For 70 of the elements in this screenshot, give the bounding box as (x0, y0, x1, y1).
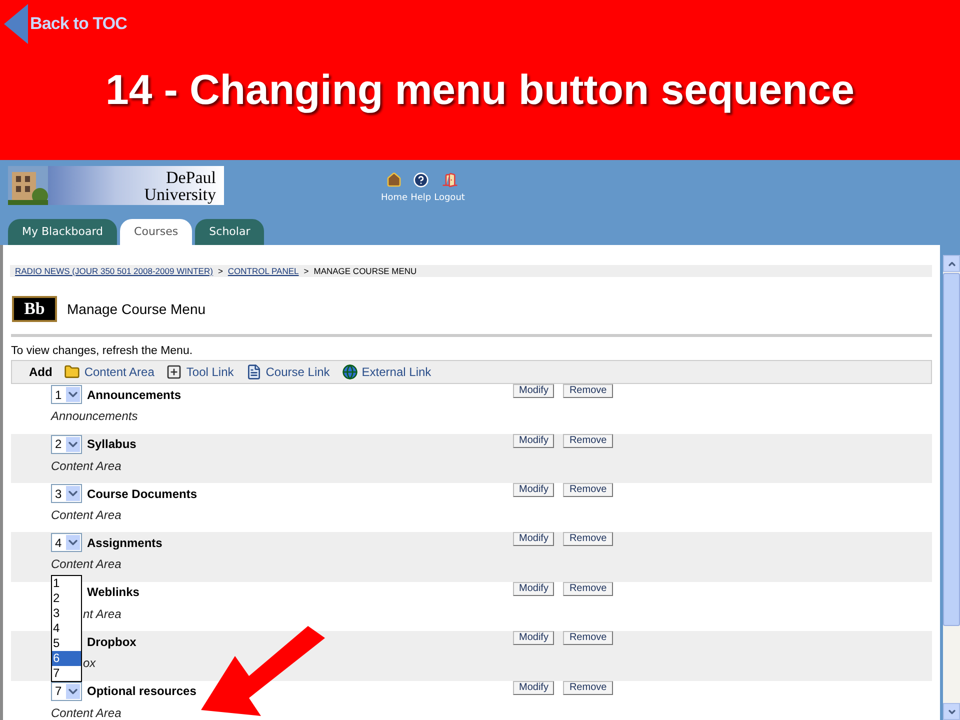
menu-item-type: ox (83, 656, 96, 670)
position-select[interactable]: 4 (51, 533, 82, 552)
add-link[interactable]: External Link (342, 363, 432, 382)
logo-text: University (144, 186, 216, 202)
nav-tab[interactable]: My Blackboard (8, 219, 118, 245)
add-link[interactable]: Content Area (64, 363, 154, 382)
row-action-button[interactable]: Modify (513, 680, 554, 695)
row-action-button[interactable]: Remove (563, 532, 613, 546)
menu-item-type: Content Area (51, 508, 122, 522)
back-arrow-icon (4, 4, 28, 44)
row-action-button[interactable]: Modify (513, 384, 554, 398)
breadcrumb-separator: > (218, 264, 223, 278)
dropdown-option[interactable]: 5 (52, 636, 81, 651)
add-link[interactable]: Tool Link (166, 363, 234, 382)
menu-item-title: Dropbox (87, 634, 136, 651)
document-icon (246, 364, 262, 380)
dropdown-option[interactable]: 2 (52, 590, 81, 606)
row-action-button[interactable]: Modify (513, 582, 554, 596)
row-action-button[interactable]: Modify (513, 483, 554, 498)
dropdown-option[interactable]: 1 (52, 576, 81, 591)
row-action-button[interactable]: Remove (563, 384, 613, 398)
menu-item-title: Announcements (87, 386, 182, 404)
door-icon (442, 172, 458, 188)
row-action-button[interactable]: Modify (513, 532, 554, 546)
position-select[interactable]: 1 (51, 385, 82, 404)
dropdown-option[interactable]: 7 (52, 666, 81, 681)
menu-item-type: Content Area (51, 458, 122, 473)
menu-item-type: nt Area (83, 606, 122, 621)
globe-icon (342, 364, 358, 380)
logo-text: DePaul (166, 168, 216, 186)
row-action-button[interactable]: Modify (513, 434, 554, 448)
menu-item-title: Assignments (87, 534, 162, 552)
scroll-up-button[interactable] (943, 255, 960, 272)
scroll-thumb[interactable] (943, 273, 960, 626)
dropdown-option[interactable]: 4 (52, 620, 81, 636)
position-select[interactable]: 2 (51, 434, 82, 454)
page-title: Manage Course Menu (67, 300, 206, 319)
breadcrumb-current: MANAGE COURSE MENU (314, 264, 417, 278)
add-link[interactable]: Course Link (246, 363, 330, 382)
scrollbar[interactable] (943, 255, 960, 720)
menu-item-type: Content Area (51, 706, 122, 720)
row-action-button[interactable]: Modify (513, 631, 554, 646)
row-action-button[interactable]: Remove (563, 631, 613, 646)
position-select[interactable]: 7 (51, 682, 82, 701)
menu-item-title: Syllabus (87, 436, 136, 454)
menu-item-title: Optional resources (87, 683, 196, 700)
breadcrumb-link[interactable]: RADIO NEWS (JOUR 350 501 2008-2009 WINTER) (15, 264, 213, 278)
nav-tab[interactable]: Scholar (195, 219, 264, 245)
scroll-down-button[interactable] (943, 703, 960, 720)
menu-item-title: Course Documents (87, 486, 198, 503)
menu-item-type: Content Area (51, 557, 122, 572)
slide-title: 14 - Changing menu button sequence (105, 65, 855, 115)
blackboard-logo: Bb (12, 296, 57, 322)
add-label: Add (29, 364, 52, 382)
row-action-button[interactable]: Remove (563, 680, 613, 695)
row-action-button[interactable]: Remove (563, 582, 613, 596)
refresh-note: To view changes, refresh the Menu. (11, 344, 194, 359)
nav-tab[interactable]: Courses (120, 219, 192, 245)
breadcrumb-separator: > (304, 264, 309, 278)
square-plus-icon (166, 364, 182, 380)
help-icon (412, 172, 429, 188)
home-icon (386, 172, 402, 188)
dropdown-option[interactable]: 3 (52, 606, 81, 621)
menu-item-type: Announcements (51, 409, 138, 424)
breadcrumb-link[interactable]: CONTROL PANEL (228, 264, 299, 278)
position-select[interactable]: 3 (51, 484, 82, 504)
menu-item-title: Weblinks (87, 584, 140, 602)
row-action-button[interactable]: Remove (563, 483, 613, 498)
dropdown-option[interactable]: 6 (52, 650, 81, 666)
row-action-button[interactable]: Remove (563, 434, 613, 448)
